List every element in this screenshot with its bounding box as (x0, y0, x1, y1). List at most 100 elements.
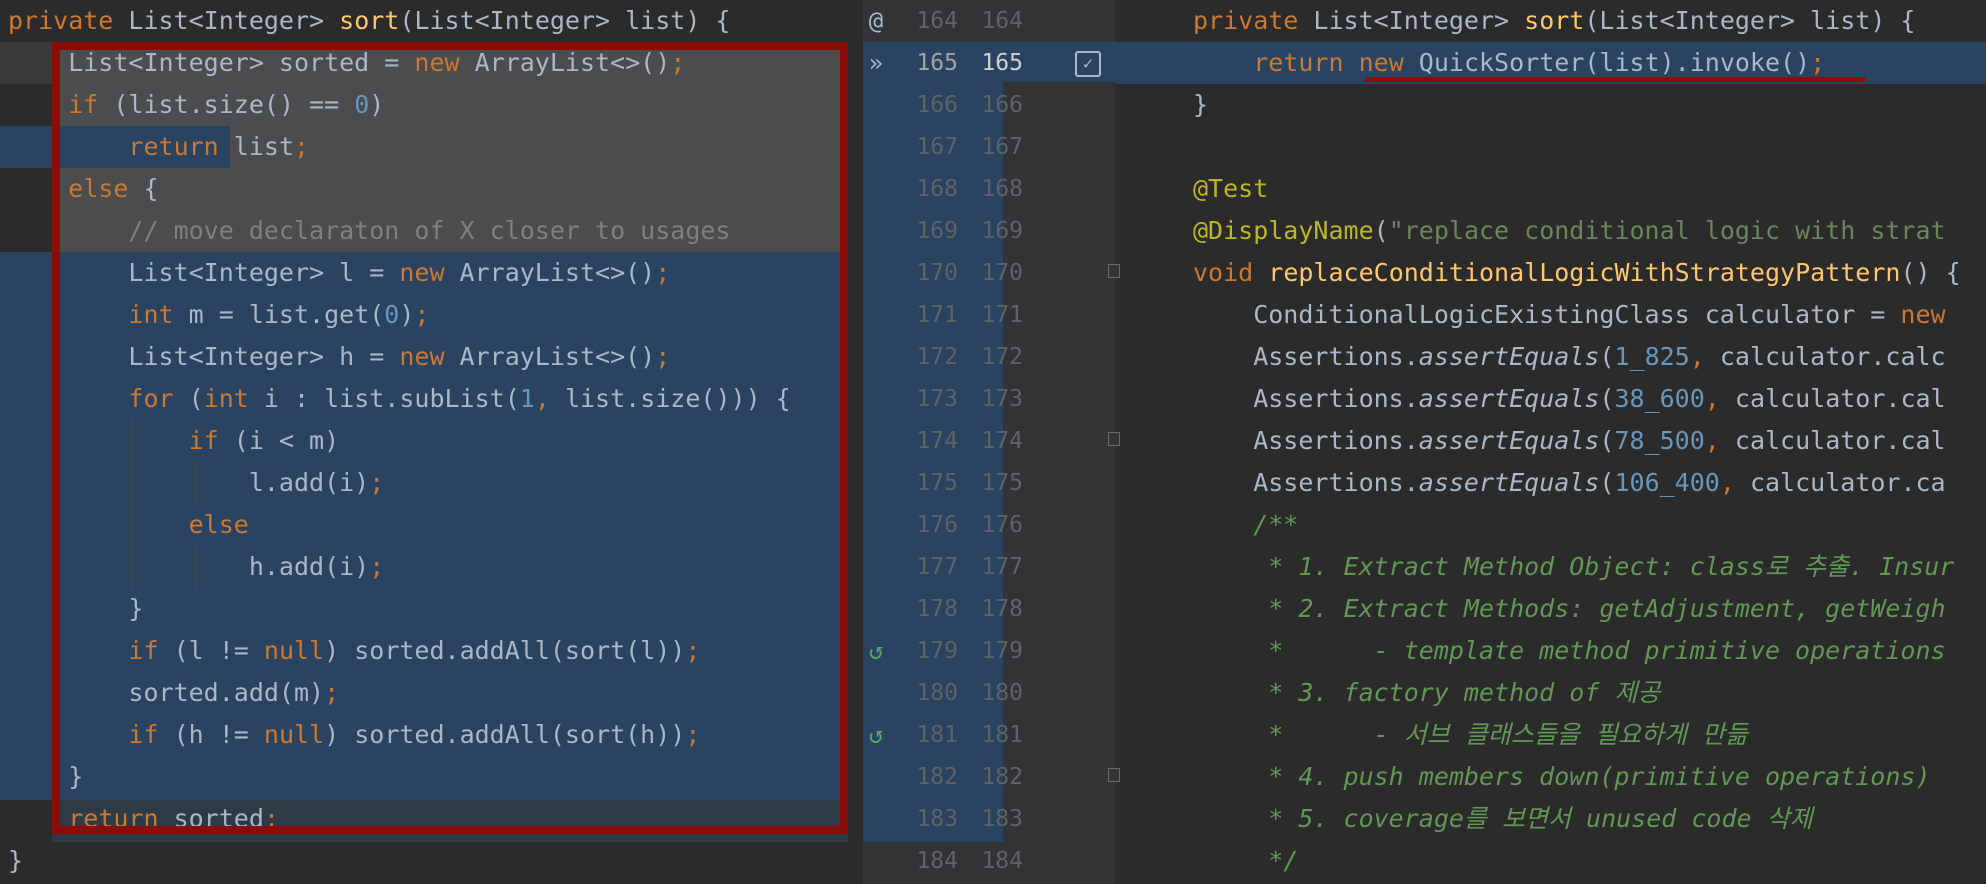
gutter-row: 176 176 (863, 504, 1115, 546)
code-line[interactable]: Assertions.assertEquals(1_825, calculato… (1115, 336, 1986, 378)
at-sign-icon[interactable]: @ (863, 0, 889, 42)
code-token: calculator.ca (1749, 468, 1946, 497)
code-text: Assertions.assertEquals(1_825, calculato… (1193, 336, 1946, 378)
left-line-number: 183 (916, 806, 958, 832)
code-line[interactable]: } (1115, 84, 1986, 126)
right-line-number: 178 (981, 596, 1023, 622)
code-line[interactable]: * 4. push members down(primitive operati… (1115, 756, 1986, 798)
replacement-underline (1365, 77, 1865, 82)
code-token: ( (1599, 342, 1615, 371)
code-line[interactable]: void replaceConditionalLogicWithStrategy… (1115, 252, 1986, 294)
code-line[interactable]: } (0, 840, 863, 882)
code-line[interactable]: Assertions.assertEquals(78_500, calculat… (1115, 420, 1986, 462)
code-text: } (1193, 84, 1208, 126)
code-token: 1_825 (1614, 342, 1690, 371)
code-token: @Test (1193, 174, 1269, 203)
gutter-row: 183 183 (863, 798, 1115, 840)
code-text: */ (1193, 840, 1298, 882)
gutter-row: 175 175 (863, 462, 1115, 504)
code-line[interactable]: /** (1115, 504, 1986, 546)
code-token: ( (1373, 216, 1389, 245)
gutter-row: 168 168 (863, 168, 1115, 210)
code-token: * 1. Extract Method Object: class로 추출. I… (1193, 552, 1955, 581)
code-token: Assertions. (1193, 468, 1419, 497)
code-token: private (8, 6, 114, 35)
code-line[interactable]: @DisplayName("replace conditional logic … (1115, 210, 1986, 252)
fold-marker-icon[interactable] (1108, 768, 1120, 782)
code-text: * 3. factory method of 제공 (1193, 672, 1660, 714)
gutter-row: 184 184 (863, 840, 1115, 882)
code-token: Assertions. (1193, 342, 1419, 371)
gutter-row: 173 173 (863, 378, 1115, 420)
gutter-row: 170 170 (863, 252, 1115, 294)
code-line[interactable]: * - 서브 클래스들을 필요하게 만듦 (1115, 714, 1986, 756)
right-diff-pane[interactable]: private List<Integer> sort(List<Integer>… (1115, 0, 1986, 884)
left-diff-pane[interactable]: private List<Integer> sort(List<Integer>… (0, 0, 863, 884)
code-text: private List<Integer> sort(List<Integer>… (8, 0, 731, 42)
include-change-checkbox[interactable]: ✓ (1075, 51, 1101, 77)
code-line[interactable]: Assertions.assertEquals(38_600, calculat… (1115, 378, 1986, 420)
code-text: * 4. push members down(primitive operati… (1193, 756, 1946, 798)
code-line[interactable]: private List<Integer> sort(List<Integer>… (1115, 0, 1986, 42)
code-token: ( (1599, 468, 1615, 497)
code-token: calculator.cal (1734, 384, 1946, 413)
right-line-number: 171 (981, 302, 1023, 328)
code-line[interactable]: */ (1115, 840, 1986, 882)
code-line[interactable]: * 2. Extract Methods: getAdjustment, get… (1115, 588, 1986, 630)
left-line-number: 178 (916, 596, 958, 622)
right-line-number: 169 (981, 218, 1023, 244)
gutter-row: 180 180 (863, 672, 1115, 714)
code-token: () { (1900, 258, 1961, 287)
code-token: * 4. push members down(primitive operati… (1193, 762, 1946, 791)
apply-change-icon[interactable]: » (863, 42, 889, 84)
right-line-number: 181 (981, 722, 1023, 748)
code-text: @DisplayName("replace conditional logic … (1193, 210, 1946, 252)
code-text: private List<Integer> sort(List<Integer>… (1193, 0, 1916, 42)
recursive-call-icon[interactable]: ↺ (863, 630, 889, 672)
code-token: void (1193, 258, 1254, 287)
code-line[interactable]: ConditionalLogicExistingClass calculator… (1115, 294, 1986, 336)
left-line-number: 174 (916, 428, 958, 454)
code-token: } (8, 846, 24, 875)
code-text: Assertions.assertEquals(78_500, calculat… (1193, 420, 1946, 462)
code-line[interactable] (1115, 126, 1986, 168)
code-token: calculator.cal (1734, 426, 1946, 455)
code-line[interactable]: * - template method primitive operations (1115, 630, 1986, 672)
code-line[interactable]: Assertions.assertEquals(106_400, calcula… (1115, 462, 1986, 504)
gutter-row: 172 172 (863, 336, 1115, 378)
code-token: , (1689, 342, 1720, 371)
code-line[interactable]: @Test (1115, 168, 1986, 210)
right-line-number: 167 (981, 134, 1023, 160)
code-token: calculator.calc (1719, 342, 1946, 371)
code-text: ConditionalLogicExistingClass calculator… (1193, 294, 1946, 336)
right-line-number: 170 (981, 260, 1023, 286)
left-line-number: 177 (916, 554, 958, 580)
code-token: new (1900, 300, 1946, 329)
right-line-number: 179 (981, 638, 1023, 664)
left-line-number: 168 (916, 176, 958, 202)
code-text: /** (1193, 504, 1298, 546)
gutter-row: 174 174 (863, 420, 1115, 462)
recursive-call-icon[interactable]: ↺ (863, 714, 889, 756)
gutter-row: 167 167 (863, 126, 1115, 168)
fold-marker-icon[interactable] (1108, 432, 1120, 446)
fold-marker-icon[interactable] (1108, 264, 1120, 278)
gutter-row: 181 181 ↺ (863, 714, 1115, 756)
code-line[interactable]: private List<Integer> sort(List<Integer>… (0, 0, 863, 42)
code-token: assertEquals (1418, 426, 1600, 455)
right-line-number: 166 (981, 92, 1023, 118)
right-line-number: 180 (981, 680, 1023, 706)
gutter-row: 171 171 (863, 294, 1115, 336)
left-line-number: 167 (916, 134, 958, 160)
code-token: @DisplayName (1193, 216, 1374, 245)
code-line[interactable]: * 1. Extract Method Object: class로 추출. I… (1115, 546, 1986, 588)
code-text: * 2. Extract Methods: getAdjustment, get… (1193, 588, 1945, 630)
code-line[interactable]: * 3. factory method of 제공 (1115, 672, 1986, 714)
left-line-number: 180 (916, 680, 958, 706)
code-line[interactable]: * 5. coverage를 보면서 unused code 삭제 (1115, 798, 1986, 840)
code-text: @Test (1193, 168, 1268, 210)
right-line-number: 182 (981, 764, 1023, 790)
right-line-number: 184 (981, 848, 1023, 874)
